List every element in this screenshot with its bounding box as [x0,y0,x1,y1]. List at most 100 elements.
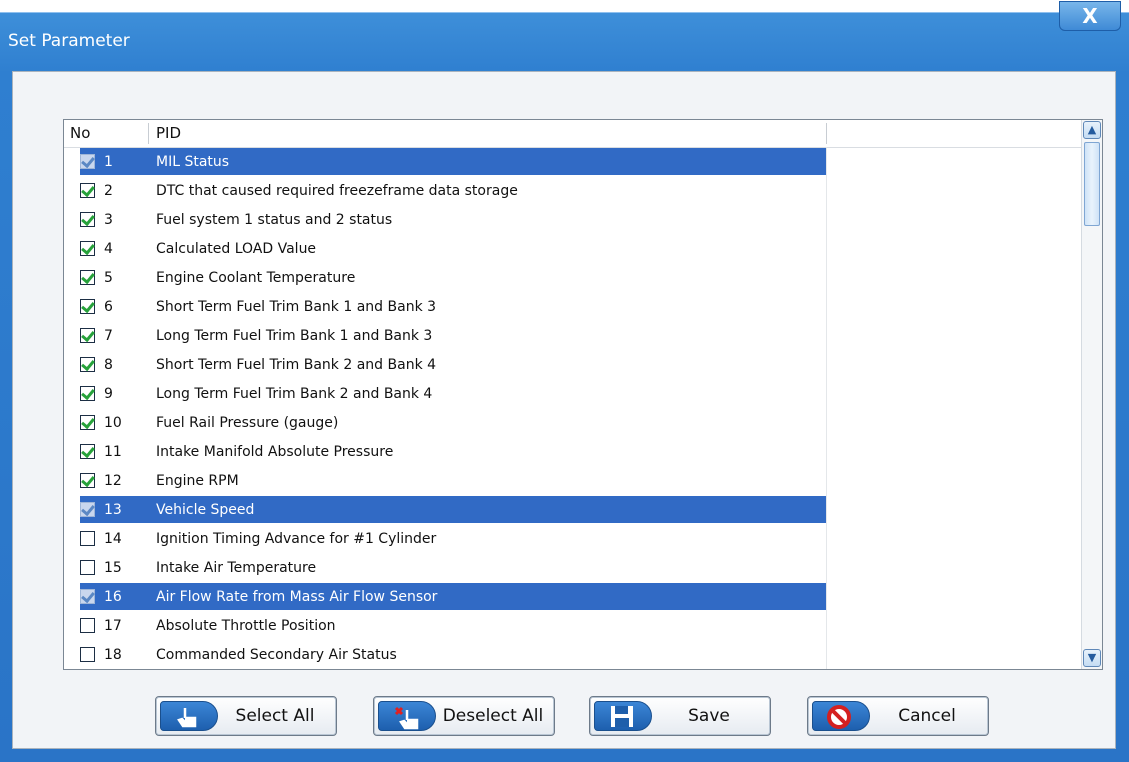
scroll-down-button[interactable]: ▼ [1083,649,1101,667]
set-parameter-dialog: X Set Parameter No PID 1 MIL Status 2 DTC t… [0,1,1129,762]
table-row[interactable]: 13 Vehicle Speed [64,496,1082,525]
scroll-up-button[interactable]: ▲ [1083,121,1101,139]
table-row[interactable]: 6 Short Term Fuel Trim Bank 1 and Bank 3 [64,293,1082,322]
row-number: 9 [104,386,113,402]
table-row[interactable]: 7 Long Term Fuel Trim Bank 1 and Bank 3 [64,322,1082,351]
row-checkbox[interactable] [80,415,95,430]
row-checkbox[interactable] [80,183,95,198]
row-number: 12 [104,473,122,489]
row-number: 14 [104,531,122,547]
column-separator [826,123,827,144]
table-row[interactable]: 8 Short Term Fuel Trim Bank 2 and Bank 4 [64,351,1082,380]
dialog-body: No PID 1 MIL Status 2 DTC that caused requi… [12,71,1116,749]
row-pid-name: Ignition Timing Advance for #1 Cylinder [156,531,437,547]
row-pid-name: DTC that caused required freezeframe dat… [156,183,518,199]
table-row[interactable]: 17 Absolute Throttle Position [64,612,1082,641]
row-checkbox[interactable] [80,531,95,546]
row-checkbox[interactable] [80,444,95,459]
row-number: 6 [104,299,113,315]
row-number: 7 [104,328,113,344]
row-pid-name: Calculated LOAD Value [156,241,317,257]
table-row[interactable]: 11 Intake Manifold Absolute Pressure [64,438,1082,467]
row-number: 2 [104,183,113,199]
dialog-title: Set Parameter [8,31,130,51]
select-all-label: Select All [235,706,315,726]
floppy-disk-icon [594,701,652,731]
chevron-up-icon: ▲ [1087,123,1097,136]
close-icon: X [1082,4,1098,28]
table-row[interactable]: 9 Long Term Fuel Trim Bank 2 and Bank 4 [64,380,1082,409]
row-pid-name: Long Term Fuel Trim Bank 1 and Bank 3 [156,328,433,344]
table-row[interactable]: 3 Fuel system 1 status and 2 status [64,206,1082,235]
deselect-all-button[interactable]: Deselect All [373,696,555,736]
row-checkbox[interactable] [80,154,95,169]
row-pid-name: Fuel Rail Pressure (gauge) [156,415,339,431]
prohibited-icon [812,701,870,731]
row-pid-name: Air Flow Rate from Mass Air Flow Sensor [156,589,438,605]
row-number: 1 [104,154,113,170]
deselect-all-label: Deselect All [442,706,544,726]
row-pid-name: Engine RPM [156,473,239,489]
column-header-pid[interactable]: PID [156,120,181,147]
row-checkbox[interactable] [80,241,95,256]
row-number: 11 [104,444,122,460]
table-row[interactable]: 14 Ignition Timing Advance for #1 Cylinde… [64,525,1082,554]
close-button[interactable]: X [1059,1,1121,31]
row-number: 18 [104,647,122,663]
save-button[interactable]: Save [589,696,771,736]
row-pid-name: Short Term Fuel Trim Bank 2 and Bank 4 [156,357,437,373]
column-separator [148,123,149,144]
chevron-down-icon: ▼ [1087,651,1097,664]
row-pid-name: Fuel system 1 status and 2 status [156,212,393,228]
scroll-thumb[interactable] [1084,142,1100,226]
table-row[interactable]: 2 DTC that caused required freezeframe da… [64,177,1082,206]
table-row[interactable]: 10 Fuel Rail Pressure (gauge) [64,409,1082,438]
save-label: Save [688,706,730,726]
row-pid-name: Intake Manifold Absolute Pressure [156,444,394,460]
row-checkbox[interactable] [80,270,95,285]
row-number: 17 [104,618,122,634]
row-pid-name: Long Term Fuel Trim Bank 2 and Bank 4 [156,386,433,402]
row-number: 13 [104,502,122,518]
row-pid-name: Intake Air Temperature [156,560,317,576]
column-header-no[interactable]: No [70,120,90,147]
row-number: 16 [104,589,122,605]
row-checkbox[interactable] [80,589,95,604]
top-strip [0,0,1129,12]
hand-pointer-icon [160,701,218,731]
vertical-scrollbar[interactable]: ▲ ▼ [1081,120,1102,669]
row-pid-name: MIL Status [156,154,230,170]
row-checkbox[interactable] [80,299,95,314]
row-number: 5 [104,270,113,286]
hand-pointer-remove-icon [378,701,436,731]
row-pid-name: Vehicle Speed [156,502,255,518]
table-row[interactable]: 18 Commanded Secondary Air Status [64,641,1082,669]
row-pid-name: Absolute Throttle Position [156,618,336,634]
row-checkbox[interactable] [80,647,95,662]
cancel-button[interactable]: Cancel [807,696,989,736]
table-row[interactable]: 1 MIL Status [64,148,1082,177]
pid-list: No PID 1 MIL Status 2 DTC that caused requi… [63,119,1103,670]
select-all-button[interactable]: Select All [155,696,337,736]
row-checkbox[interactable] [80,618,95,633]
table-row[interactable]: 16 Air Flow Rate from Mass Air Flow Senso… [64,583,1082,612]
row-checkbox[interactable] [80,473,95,488]
row-number: 15 [104,560,122,576]
table-row[interactable]: 12 Engine RPM [64,467,1082,496]
list-header: No PID [64,120,1082,148]
cancel-label: Cancel [898,706,956,726]
row-checkbox[interactable] [80,357,95,372]
table-row[interactable]: 15 Intake Air Temperature [64,554,1082,583]
row-pid-name: Short Term Fuel Trim Bank 1 and Bank 3 [156,299,437,315]
row-number: 8 [104,357,113,373]
table-row[interactable]: 4 Calculated LOAD Value [64,235,1082,264]
row-checkbox[interactable] [80,212,95,227]
row-pid-name: Engine Coolant Temperature [156,270,356,286]
row-checkbox[interactable] [80,328,95,343]
row-pid-name: Commanded Secondary Air Status [156,647,397,663]
row-checkbox[interactable] [80,386,95,401]
row-number: 3 [104,212,113,228]
row-checkbox[interactable] [80,502,95,517]
row-checkbox[interactable] [80,560,95,575]
table-row[interactable]: 5 Engine Coolant Temperature [64,264,1082,293]
